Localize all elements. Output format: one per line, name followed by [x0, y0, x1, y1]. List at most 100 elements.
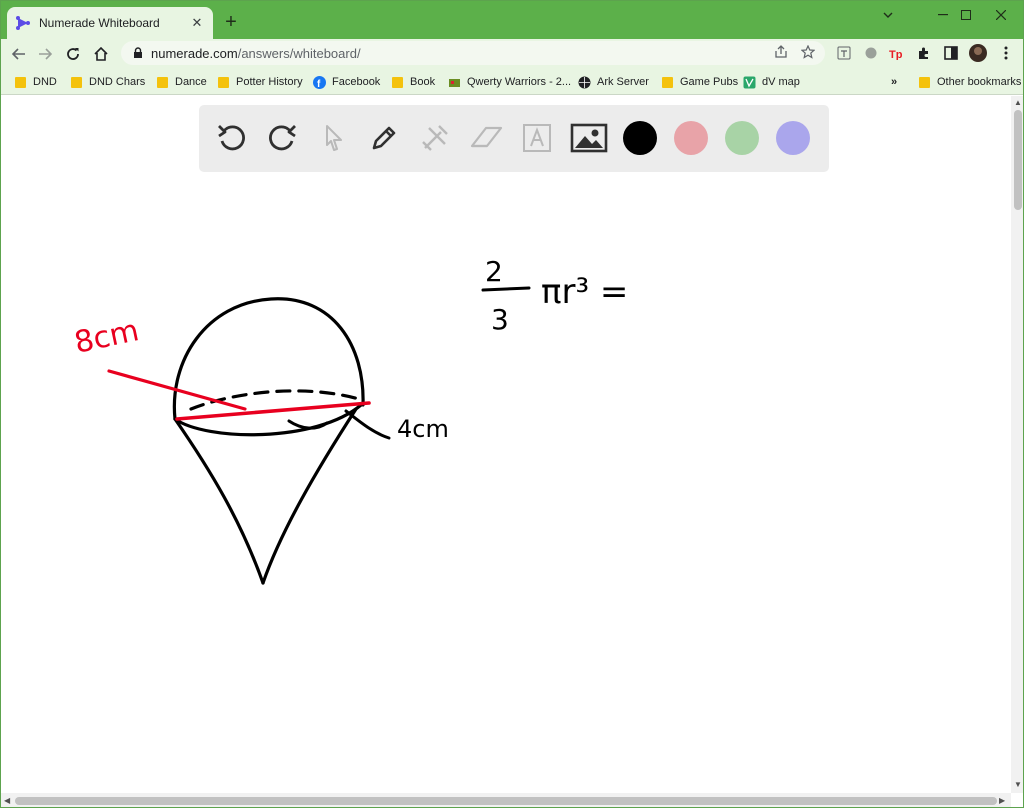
facebook-icon: f [313, 75, 326, 89]
game-icon [448, 76, 461, 89]
url-text: numerade.com/answers/whiteboard/ [151, 46, 361, 61]
new-tab-button[interactable]: + [221, 12, 241, 33]
text-icon[interactable] [518, 119, 556, 157]
tab-close-icon[interactable]: ✕ [189, 15, 205, 31]
folder-icon [14, 76, 27, 89]
bookmarks-bar: DND DND Chars Dance Potter History f Face… [1, 68, 1023, 95]
image-icon[interactable] [570, 119, 608, 157]
address-bar[interactable]: numerade.com/answers/whiteboard/ [121, 41, 825, 65]
tab-title: Numerade Whiteboard [39, 16, 160, 30]
whiteboard-toolbar [199, 105, 829, 172]
scroll-left-arrow-icon[interactable]: ◀ [4, 796, 10, 805]
cone-left-side [173, 417, 265, 585]
share-icon[interactable] [771, 42, 791, 62]
tab-search-chevron-icon[interactable] [866, 1, 910, 29]
reload-button[interactable] [61, 42, 85, 66]
other-bookmarks[interactable]: Other bookmarks [918, 73, 1021, 91]
calculator-icon[interactable] [834, 43, 854, 63]
vertical-scrollbar[interactable]: ▲ ▼ [1011, 96, 1023, 793]
eraser-icon[interactable] [467, 119, 505, 157]
bookmark-item[interactable]: Book [391, 73, 435, 91]
bookmark-item[interactable]: Dance [156, 73, 207, 91]
color-swatch-purple[interactable] [774, 119, 812, 157]
folder-icon [391, 76, 404, 89]
tools-icon[interactable] [416, 119, 454, 157]
back-button[interactable] [7, 42, 31, 66]
bookmark-star-icon[interactable] [798, 42, 818, 62]
formula-numerator: 2 [485, 255, 503, 288]
scroll-up-arrow-icon[interactable]: ▲ [1014, 98, 1022, 107]
tab-strip: Numerade Whiteboard ✕ + [1, 1, 1023, 39]
lock-icon [131, 46, 145, 60]
radius-mark [287, 419, 329, 430]
bookmark-item[interactable]: f Facebook [313, 73, 380, 91]
menu-icon[interactable] [996, 43, 1016, 63]
home-button[interactable] [89, 42, 113, 66]
formula-denominator: 3 [491, 303, 509, 336]
numerade-favicon-icon [15, 15, 31, 31]
bookmark-label: DND Chars [89, 76, 146, 88]
height-leader-line [344, 409, 391, 440]
undo-icon[interactable] [213, 119, 251, 157]
fraction-bar [481, 286, 531, 292]
pen-icon[interactable] [365, 119, 403, 157]
bookmark-label: Qwerty Warriors - 2... [467, 76, 572, 88]
bookmark-label: Facebook [332, 76, 381, 88]
redo-icon[interactable] [263, 119, 301, 157]
bookmark-item[interactable]: Potter History [217, 73, 303, 91]
whiteboard-canvas[interactable]: 8cm 4cm 2 3 πr³ = [1, 96, 1011, 793]
scroll-right-arrow-icon[interactable]: ▶ [999, 796, 1005, 805]
bookmark-label: Potter History [236, 76, 303, 88]
svg-text:Tp: Tp [889, 49, 903, 60]
url-host: numerade.com [151, 45, 238, 61]
circle-icon[interactable] [861, 43, 881, 63]
horizontal-scrollbar[interactable]: ◀ ▶ [1, 793, 1011, 807]
swatch-pink [674, 121, 708, 155]
globe-icon [578, 76, 591, 89]
folder-icon [217, 76, 230, 89]
tp-icon[interactable]: Tp [887, 43, 907, 63]
vertical-scroll-thumb[interactable] [1014, 110, 1022, 210]
scroll-down-arrow-icon[interactable]: ▼ [1014, 780, 1022, 789]
bookmark-label: Dance [175, 76, 207, 88]
swatch-purple [776, 121, 810, 155]
browser-window: Numerade Whiteboard ✕ + numerade.com/ans… [0, 0, 1024, 808]
color-swatch-black[interactable] [621, 119, 659, 157]
bookmarks-overflow-button[interactable]: » [891, 73, 897, 91]
swatch-green [725, 121, 759, 155]
color-swatch-pink[interactable] [672, 119, 710, 157]
formula-rest: πr³ = [541, 272, 628, 312]
tab-numerade-whiteboard[interactable]: Numerade Whiteboard ✕ [7, 7, 213, 39]
bookmark-item[interactable]: Game Pubs [661, 73, 738, 91]
puzzle-icon[interactable] [914, 43, 934, 63]
other-bookmarks-label: Other bookmarks [937, 76, 1022, 88]
whiteboard-page: 8cm 4cm 2 3 πr³ = [1, 96, 1011, 793]
bookmark-item[interactable]: DND Chars [70, 73, 145, 91]
bookmark-item[interactable]: Qwerty Warriors - 2... [448, 73, 571, 91]
avatar[interactable] [968, 43, 988, 63]
bookmark-label: DND [33, 76, 57, 88]
map-icon [743, 76, 756, 89]
hemisphere-outline [172, 297, 365, 421]
base-front-ellipse [173, 403, 363, 437]
folder-icon [156, 76, 169, 89]
color-swatch-green[interactable] [723, 119, 761, 157]
url-path: /answers/whiteboard/ [237, 45, 361, 61]
bookmark-item[interactable]: Ark Server [578, 73, 649, 91]
height-label: 4cm [397, 415, 449, 443]
horizontal-scroll-thumb[interactable] [15, 797, 997, 805]
close-window-button[interactable] [979, 1, 1023, 29]
bookmark-item[interactable]: dV map [743, 73, 800, 91]
diameter-label: 8cm [71, 313, 142, 361]
bookmark-label: Book [410, 76, 436, 88]
bookmark-label: Game Pubs [680, 76, 739, 88]
bookmark-label: Ark Server [597, 76, 649, 88]
bookmark-item[interactable]: DND [14, 73, 57, 91]
folder-icon [918, 76, 931, 89]
forward-button[interactable] [33, 42, 57, 66]
folder-icon [70, 76, 83, 89]
sidebar-icon[interactable] [941, 43, 961, 63]
folder-icon [661, 76, 674, 89]
select-icon[interactable] [315, 119, 353, 157]
swatch-black [623, 121, 657, 155]
